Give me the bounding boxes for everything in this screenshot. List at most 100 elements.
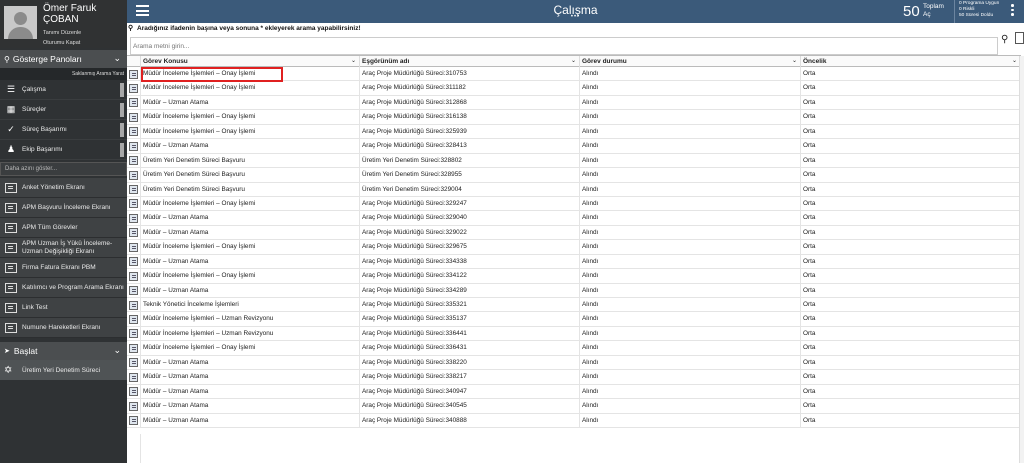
table-row[interactable]: Müdür İnceleme İşlemleri – Onay İşlemi Ar… [127,124,1021,140]
search-icon[interactable]: ⚲ [1001,34,1013,46]
task-icon[interactable] [129,286,138,296]
table-row[interactable]: Müdür İnceleme İşlemleri – Onay İşlemi Ar… [127,196,1021,212]
table-row[interactable]: Müdür İnceleme İşlemleri – Onay İşlemi Ar… [127,240,1021,255]
table-row[interactable]: Müdür İnceleme İşlemleri – Onay İşlemi Ar… [127,67,1021,82]
table-row[interactable]: Müdür – Uzman Atama Araç Proje Müdürlüğü … [127,283,1021,298]
sort-icon[interactable]: ⌄ [792,56,797,67]
column-header-status[interactable]: Görev durumu ⌄ [580,56,801,67]
task-icon[interactable] [129,416,138,425]
sidebar-item-process[interactable]: Anket Yönetim Ekranı [0,178,127,198]
table-row[interactable]: Müdür – Uzman Atama Araç Proje Müdürlüğü … [127,413,1021,428]
task-icon[interactable] [129,185,138,194]
sidebar-item-dashboard[interactable]: ☰ Çalışma [0,80,127,100]
table-row[interactable]: Müdür – Uzman Atama Araç Proje Müdürlüğü … [127,254,1021,270]
task-subject-cell[interactable]: Müdür – Uzman Atama [141,384,360,399]
task-subject-cell[interactable]: Müdür İnceleme İşlemleri – Onay İşlemi [141,196,360,211]
pin-handle[interactable] [120,143,124,157]
task-subject-cell[interactable]: Müdür – Uzman Atama [141,225,360,240]
task-icon[interactable] [129,170,138,180]
task-icon[interactable] [129,387,138,397]
more-options-icon[interactable] [1011,4,1015,18]
table-row[interactable]: Müdür – Uzman Atama Araç Proje Müdürlüğü … [127,139,1021,154]
table-row[interactable]: Müdür – Uzman Atama Araç Proje Müdürlüğü … [127,399,1021,414]
table-row[interactable]: Üretim Yeri Denetim Süreci Başvuru Üretim… [127,182,1021,197]
task-icon[interactable] [129,257,138,267]
pin-handle[interactable] [120,83,124,97]
task-icon[interactable] [129,372,138,382]
task-subject-cell[interactable]: Müdür İnceleme İşlemleri – Onay İşlemi [141,124,360,139]
table-row[interactable]: Müdür – Uzman Atama Araç Proje Müdürlüğü … [127,95,1021,111]
task-subject-cell[interactable]: Müdür – Uzman Atama [141,95,360,110]
task-subject-cell[interactable]: Müdür İnceleme İşlemleri – Onay İşlemi [141,240,360,255]
task-subject-cell[interactable]: Müdür – Uzman Atama [141,283,360,298]
table-row[interactable]: Müdür – Uzman Atama Araç Proje Müdürlüğü … [127,211,1021,226]
task-subject-cell[interactable]: Müdür – Uzman Atama [141,355,360,370]
task-subject-cell[interactable]: Müdür – Uzman Atama [141,413,360,428]
sidebar-item-process[interactable]: APM Uzman İş Yükü İnceleme-Uzman Değişik… [0,238,127,258]
sidebar-item-dashboard[interactable]: ♟ Ekip Başarımı [0,140,127,160]
sidebar-item-dashboard[interactable]: ▦ Süreçler [0,100,127,120]
task-subject-cell[interactable]: Müdür İnceleme İşlemleri – Onay İşlemi [141,341,360,356]
create-saved-search-link[interactable]: Saklanmış Arama Yarat [0,68,127,80]
table-row[interactable]: Üretim Yeri Denetim Süreci Başvuru Üretim… [127,153,1021,169]
task-icon[interactable] [129,271,138,281]
export-icon[interactable] [1015,32,1024,44]
task-subject-cell[interactable]: Müdür – Uzman Atama [141,254,360,269]
table-row[interactable]: Müdür – Uzman Atama Araç Proje Müdürlüğü … [127,384,1021,400]
task-icon[interactable] [129,329,138,339]
task-subject-cell[interactable]: Üretim Yeri Denetim Süreci Başvuru [141,168,360,183]
task-icon[interactable] [129,98,138,108]
task-icon[interactable] [129,199,138,209]
table-row[interactable]: Müdür İnceleme İşlemleri – Onay İşlemi Ar… [127,81,1021,96]
task-icon[interactable] [129,343,138,353]
task-icon[interactable] [129,156,138,166]
sidebar-item-process[interactable]: Numune Hareketleri Ekranı [0,318,127,338]
table-row[interactable]: Müdür İnceleme İşlemleri – Onay İşlemi Ar… [127,341,1021,356]
task-icon[interactable] [129,228,138,238]
task-subject-cell[interactable]: Müdür İnceleme İşlemleri – Onay İşlemi [141,81,360,96]
pin-handle[interactable] [120,103,124,117]
task-subject-cell[interactable]: Üretim Yeri Denetim Süreci Başvuru [141,182,360,197]
table-row[interactable]: Müdür – Uzman Atama Araç Proje Müdürlüğü … [127,355,1021,371]
table-row[interactable]: Üretim Yeri Denetim Süreci Başvuru Üretim… [127,168,1021,183]
chevron-down-icon[interactable]: ⌄ [113,53,121,64]
task-icon[interactable] [129,358,138,368]
task-icon[interactable] [129,314,138,324]
task-icon[interactable] [129,112,138,122]
sidebar-item-process[interactable]: Firma Fatura Ekranı PBM [0,258,127,278]
table-row[interactable]: Müdür İnceleme İşlemleri – Uzman Revizyo… [127,312,1021,327]
column-header-instance[interactable]: Eşgörünüm adı ⌄ [360,56,580,67]
show-less-filter[interactable]: Daha azını göster... [0,162,127,176]
task-subject-cell[interactable]: Müdür İnceleme İşlemleri – Uzman Revizyo… [141,312,360,327]
task-subject-cell[interactable]: Müdür İnceleme İşlemleri – Onay İşlemi [141,269,360,284]
task-icon[interactable] [129,300,138,310]
sidebar-item-process[interactable]: Link Test [0,298,127,318]
chevron-down-icon[interactable]: ⌄ [113,345,121,356]
start-item-production-audit[interactable]: ✡ Üretim Yeri Denetim Süreci [0,360,127,380]
sort-icon[interactable]: ⌄ [571,56,576,67]
logout-link[interactable]: Oturumu Kapat [43,40,80,46]
sort-icon[interactable]: ⌄ [1012,56,1017,67]
column-header-subject[interactable]: Görev Konusu ⌄ [141,56,360,67]
table-row[interactable]: Müdür İnceleme İşlemleri – Onay İşlemi Ar… [127,110,1021,125]
stat-overdue[interactable]: 50 Süresi Doldu [959,13,1007,19]
task-icon[interactable] [129,69,138,79]
task-subject-cell[interactable]: Üretim Yeri Denetim Süreci Başvuru [141,153,360,168]
task-subject-cell[interactable]: Müdür İnceleme İşlemleri – Uzman Revizyo… [141,326,360,341]
avatar[interactable] [4,6,37,39]
task-subject-cell[interactable]: Teknik Yönetici İnceleme İşlemleri [141,298,360,312]
task-icon[interactable] [129,83,138,93]
task-icon[interactable] [129,213,138,223]
task-subject-cell[interactable]: Müdür İnceleme İşlemleri – Onay İşlemi [141,110,360,125]
task-subject-cell[interactable]: Müdür – Uzman Atama [141,370,360,385]
dashboards-section-header[interactable]: ⚲ Gösterge Panoları ⌄ [0,50,127,68]
task-subject-cell[interactable]: Müdür – Uzman Atama [141,139,360,154]
task-icon[interactable] [129,127,138,137]
sidebar-item-dashboard[interactable]: ✓ Süreç Başarımı [0,120,127,140]
table-row[interactable]: Teknik Yönetici İnceleme İşlemleri Araç P… [127,298,1021,313]
table-row[interactable]: Müdür İnceleme İşlemleri – Uzman Revizyo… [127,326,1021,342]
edit-profile-link[interactable]: Tanımı Düzenle [43,30,81,36]
sidebar-item-process[interactable]: APM Başvuru İnceleme Ekranı [0,198,127,218]
table-row[interactable]: Müdür – Uzman Atama Araç Proje Müdürlüğü … [127,370,1021,385]
task-icon[interactable] [129,242,138,252]
